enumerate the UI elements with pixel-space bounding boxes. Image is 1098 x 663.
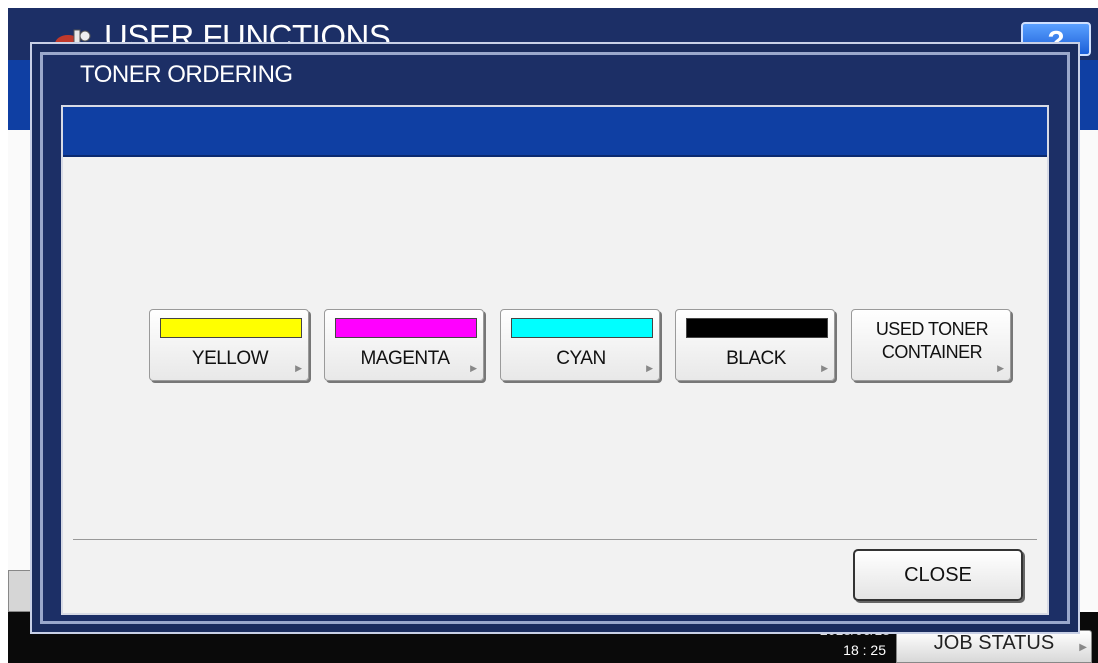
arrow-right-icon: ▶ bbox=[1079, 642, 1087, 653]
toner-button-label: BLACK bbox=[726, 348, 786, 369]
magenta-swatch bbox=[335, 318, 477, 338]
dialog-subheader-bar bbox=[63, 107, 1047, 157]
cyan-toner-button[interactable]: CYAN ▶ bbox=[500, 309, 660, 381]
toner-button-label: CYAN bbox=[556, 348, 606, 369]
toner-ordering-dialog: TONER ORDERING YELLOW ▶ MAGENTA ▶ CYAN ▶… bbox=[40, 52, 1070, 624]
magenta-toner-button[interactable]: MAGENTA ▶ bbox=[324, 309, 484, 381]
black-swatch bbox=[686, 318, 828, 338]
arrow-right-icon: ▶ bbox=[295, 363, 302, 373]
used-toner-container-button[interactable]: USED TONER CONTAINER ▶ bbox=[851, 309, 1011, 381]
dialog-title: TONER ORDERING bbox=[80, 61, 293, 88]
time-display: 18 : 25 bbox=[843, 642, 886, 658]
arrow-right-icon: ▶ bbox=[821, 363, 828, 373]
yellow-swatch bbox=[160, 318, 302, 338]
background-side-button bbox=[8, 570, 32, 612]
toner-button-label: MAGENTA bbox=[360, 348, 450, 369]
toner-button-label: USED TONER CONTAINER bbox=[875, 319, 989, 362]
toner-button-label: YELLOW bbox=[191, 348, 269, 369]
black-toner-button[interactable]: BLACK ▶ bbox=[675, 309, 835, 381]
arrow-right-icon: ▶ bbox=[470, 363, 477, 373]
job-status-label: JOB STATUS bbox=[933, 632, 1055, 654]
close-button[interactable]: CLOSE bbox=[853, 549, 1023, 601]
arrow-right-icon: ▶ bbox=[997, 363, 1004, 373]
yellow-toner-button[interactable]: YELLOW ▶ bbox=[149, 309, 309, 381]
job-status-button[interactable]: JOB STATUS ▶ bbox=[896, 630, 1092, 663]
cyan-swatch bbox=[511, 318, 653, 338]
divider bbox=[73, 539, 1037, 540]
dialog-body: YELLOW ▶ MAGENTA ▶ CYAN ▶ BLACK ▶ USED T… bbox=[61, 105, 1049, 615]
arrow-right-icon: ▶ bbox=[646, 363, 653, 373]
